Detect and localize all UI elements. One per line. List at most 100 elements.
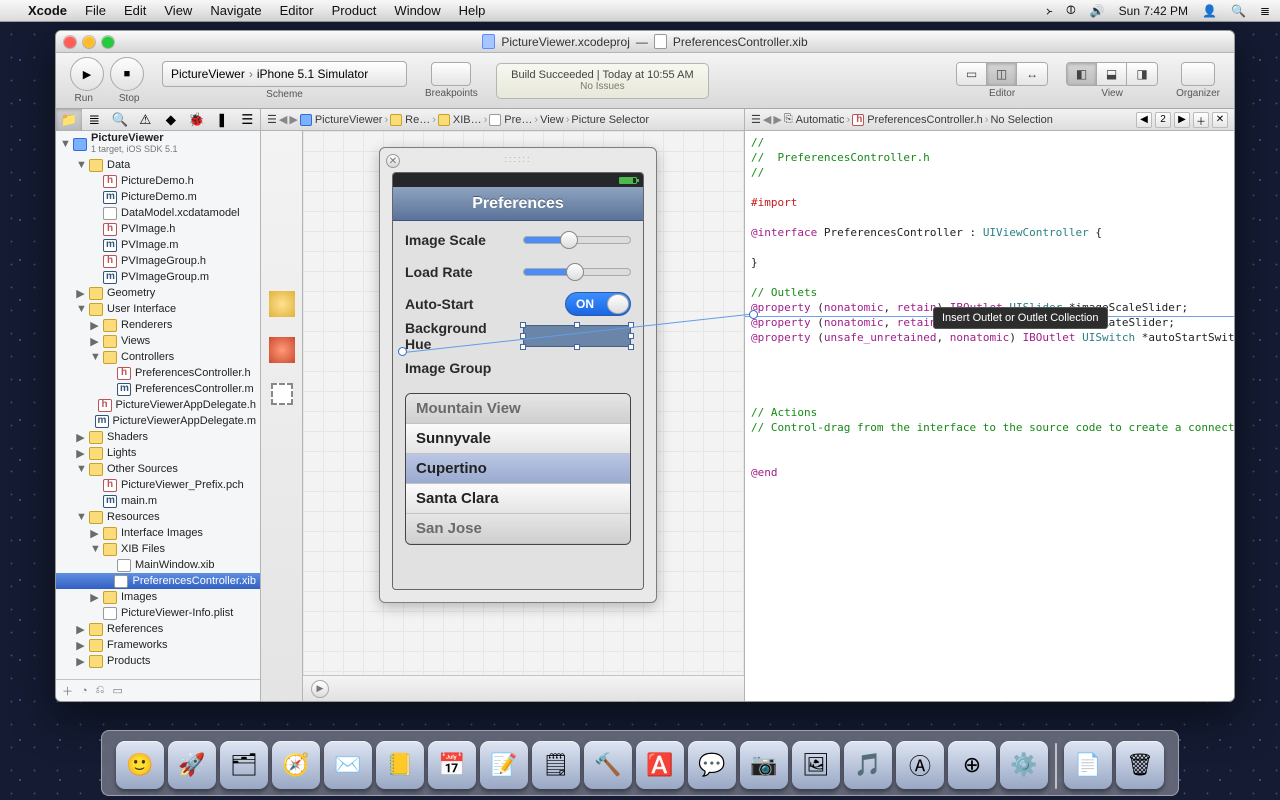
dock-missioncontrol-icon[interactable]: 🗂 [220,741,268,789]
image-group-picker[interactable]: Mountain ViewSunnyvaleCupertinoSanta Cla… [405,393,631,545]
menu-product[interactable]: Product [332,3,377,18]
dock-facetime-icon[interactable]: 📷 [740,741,788,789]
dock-xcode-icon[interactable]: 🔨 [584,741,632,789]
file-row[interactable]: PreferencesController.m [56,381,260,397]
dock-calendar-icon[interactable]: 📅 [428,741,476,789]
folder-row[interactable]: ▶Renderers [56,317,260,333]
related-items-icon[interactable]: ☰ [751,113,761,126]
minimize-button[interactable] [83,36,95,48]
load-rate-slider[interactable] [523,268,631,276]
dock-trash-icon[interactable]: 🗑 [1116,741,1164,789]
spotlight-icon[interactable]: 🔍 [1231,4,1246,18]
volume-icon[interactable]: 🔊 [1090,4,1105,18]
folder-row[interactable]: ▶Products [56,653,260,669]
picker-option[interactable]: Cupertino [406,454,630,484]
file-tree[interactable]: ▼PictureViewer1 target, iOS SDK 5.1▼Data… [56,131,260,679]
dock-textedit-icon[interactable]: 📄 [1064,741,1112,789]
editor-standard-button[interactable]: ▭ [957,63,987,85]
folder-row[interactable]: ▼Resources [56,509,260,525]
menu-view[interactable]: View [164,3,192,18]
editor-assistant-button[interactable]: ◫ [987,63,1017,85]
app-menu[interactable]: Xcode [28,3,67,18]
picker-option[interactable]: Mountain View [406,394,630,424]
picker-option[interactable]: San Jose [406,514,630,544]
file-row[interactable]: PictureDemo.m [56,189,260,205]
folder-row[interactable]: ▼Controllers [56,349,260,365]
view-utilities-button[interactable]: ◨ [1127,63,1157,85]
project-row[interactable]: ▼PictureViewer1 target, iOS SDK 5.1 [56,131,260,157]
assistant-add-button[interactable]: ＋ [1193,112,1209,128]
file-row[interactable]: PreferencesController.xib [56,573,260,589]
organizer-button[interactable] [1181,62,1215,86]
folder-row[interactable]: ▶References [56,621,260,637]
assistant-close-button[interactable]: ✕ [1212,112,1228,128]
menu-file[interactable]: File [85,3,106,18]
folder-row[interactable]: ▼Other Sources [56,461,260,477]
editor-version-button[interactable]: ↔ [1017,63,1047,85]
notification-center-icon[interactable]: ≣ [1260,4,1270,18]
dock-itunes-icon[interactable]: 🎵 [844,741,892,789]
file-row[interactable]: DataModel.xcdatamodel [56,205,260,221]
project-navigator-tab[interactable]: 📁 [56,109,82,131]
file-row[interactable]: PreferencesController.h [56,365,260,381]
user-icon[interactable]: 👤 [1202,4,1217,18]
window-titlebar[interactable]: PictureViewer.xcodeproj — PreferencesCon… [56,31,1234,53]
log-navigator-tab[interactable]: ☰ [235,109,261,131]
recent-icon[interactable]: ◔ [81,685,88,697]
file-row[interactable]: PictureDemo.h [56,173,260,189]
dock-messages-icon[interactable]: 💬 [688,741,736,789]
issue-navigator-tab[interactable]: ⚠ [133,109,159,131]
add-icon[interactable]: ＋ [62,683,73,699]
dock-appstore2-icon[interactable]: Ⓐ [896,741,944,789]
file-row[interactable]: PVImage.h [56,221,260,237]
scheme-selector[interactable]: PictureViewer › iPhone 5.1 Simulator [162,61,407,87]
grip-icon[interactable]: :::::: [504,154,531,164]
ib-canvas[interactable]: ✕ :::::: Preferences Image Scale Load Ra… [303,131,744,701]
filter-icon[interactable]: ▭ [112,684,122,697]
ib-jump-bar[interactable]: ☰ ◀ ▶ PictureViewer ›Re… ›XIB… ›Pre… ›Vi… [261,109,744,130]
folder-row[interactable]: ▼User Interface [56,301,260,317]
forward-icon[interactable]: ▶ [289,113,297,126]
files-owner-cube-icon[interactable] [269,291,295,317]
back-icon[interactable]: ◀ [279,113,287,126]
file-row[interactable]: PictureViewerAppDelegate.h [56,397,260,413]
dock-mail-icon[interactable]: ✉️ [324,741,372,789]
folder-row[interactable]: ▶Geometry [56,285,260,301]
file-row[interactable]: MainWindow.xib [56,557,260,573]
menu-clock[interactable]: Sun 7:42 PM [1119,4,1188,18]
menu-window[interactable]: Window [394,3,440,18]
close-button[interactable] [64,36,76,48]
menu-navigate[interactable]: Navigate [210,3,261,18]
file-row[interactable]: PVImageGroup.h [56,253,260,269]
file-row[interactable]: PictureViewer-Info.plist [56,605,260,621]
counterpart-next[interactable]: ▶ [1174,112,1190,128]
breakpoint-navigator-tab[interactable]: ❚ [209,109,235,131]
menu-edit[interactable]: Edit [124,3,146,18]
zoom-button[interactable] [102,36,114,48]
canvas-play-icon[interactable]: ▶ [311,680,329,698]
file-row[interactable]: PictureViewer_Prefix.pch [56,477,260,493]
close-popup-icon[interactable]: ✕ [386,154,400,168]
dock-appstore-icon[interactable]: 🅰️ [636,741,684,789]
jb-3[interactable]: Pre… [504,114,532,126]
picker-option[interactable]: Santa Clara [406,484,630,514]
view-placeholder-icon[interactable] [271,383,293,405]
scm-icon[interactable]: ⎌ [96,684,105,697]
folder-row[interactable]: ▶Interface Images [56,525,260,541]
test-navigator-tab[interactable]: ◆ [158,109,184,131]
first-responder-cube-icon[interactable] [269,337,295,363]
dock-notes-icon[interactable]: 🗒 [532,741,580,789]
view-navigator-button[interactable]: ◧ [1067,63,1097,85]
dock-preview-icon[interactable]: 🖼 [792,741,840,789]
wifi-icon[interactable]: ⦷ [1066,3,1076,18]
run-button[interactable]: ▶ [70,57,104,91]
jb-1[interactable]: Re… [405,114,430,126]
image-scale-slider[interactable] [523,236,631,244]
assistant-jump-bar[interactable]: ☰ ◀ ▶ ⎘Automatic ›PreferencesController.… [744,109,1234,130]
bluetooth-icon[interactable]: ᚛ [1046,4,1052,18]
view-debug-button[interactable]: ⬓ [1097,63,1127,85]
source-editor[interactable]: // // PreferencesController.h // #import… [745,131,1234,701]
breakpoints-button[interactable] [431,62,471,86]
dock-reminders-icon[interactable]: 📝 [480,741,528,789]
folder-row[interactable]: ▶Lights [56,445,260,461]
